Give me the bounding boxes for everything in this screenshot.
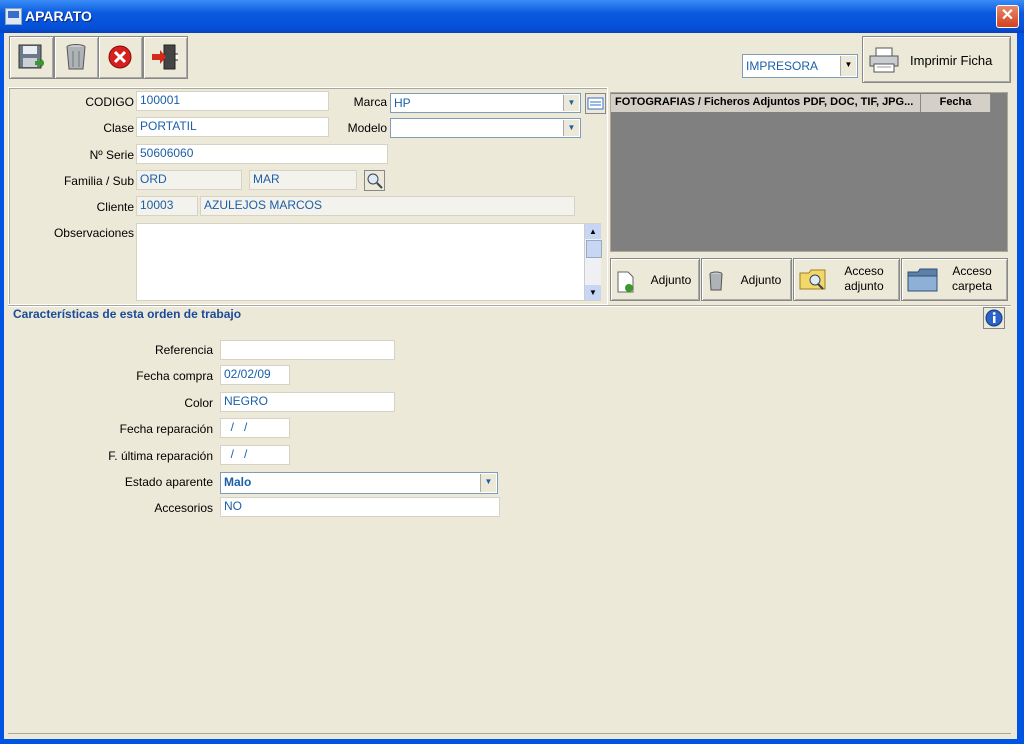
red-x-icon xyxy=(108,45,132,69)
add-attachment-label: Adjunto xyxy=(650,273,692,287)
save-button[interactable] xyxy=(9,36,54,79)
info-button[interactable] xyxy=(983,307,1005,329)
marca-label: Marca xyxy=(353,95,387,109)
observaciones-scrollbar[interactable]: ▲ ▼ xyxy=(584,224,602,300)
access-folder-button[interactable]: Acceso carpeta xyxy=(901,258,1008,301)
remove-attachment-button[interactable]: Adjunto xyxy=(701,258,792,301)
print-button[interactable]: Imprimir Ficha xyxy=(862,36,1011,83)
bottom-divider xyxy=(8,733,1011,734)
exit-button[interactable] xyxy=(143,36,188,79)
marca-select[interactable]: HP ▼ xyxy=(390,93,581,113)
clase-field[interactable]: PORTATIL xyxy=(136,117,329,137)
attachments-files-header[interactable]: FOTOGRAFIAS / Ficheros Adjuntos PDF, DOC… xyxy=(611,94,921,112)
sub-field[interactable]: MAR xyxy=(249,170,357,190)
trash-can-icon xyxy=(709,271,723,291)
referencia-field[interactable] xyxy=(220,340,395,360)
fecha-reparacion-label: Fecha reparación xyxy=(119,422,213,436)
attachments-date-header[interactable]: Fecha xyxy=(921,94,991,112)
clase-label: Clase xyxy=(103,121,134,135)
info-icon xyxy=(985,309,1003,327)
access-attachment-button[interactable]: Acceso adjunto xyxy=(793,258,900,301)
search-icon xyxy=(367,173,383,189)
fecha-reparacion-field[interactable]: / / xyxy=(220,418,290,438)
attachments-list[interactable]: FOTOGRAFIAS / Ficheros Adjuntos PDF, DOC… xyxy=(610,92,1008,252)
window: APARATO ✕ IMPRESORA ▼ Imprimir Ficha COD… xyxy=(0,0,1024,744)
add-file-icon xyxy=(617,271,634,293)
scroll-thumb[interactable] xyxy=(586,240,602,258)
chevron-down-icon[interactable]: ▼ xyxy=(563,95,579,111)
exit-door-icon xyxy=(152,44,178,70)
folder-search-icon xyxy=(799,269,826,290)
print-label: Imprimir Ficha xyxy=(910,53,993,68)
printer-icon xyxy=(869,47,899,73)
close-icon[interactable]: ✕ xyxy=(996,5,1019,28)
cliente-code-field[interactable]: 10003 xyxy=(136,196,198,216)
modelo-select[interactable]: ▼ xyxy=(390,118,581,138)
color-field[interactable]: NEGRO xyxy=(220,392,395,412)
add-attachment-button[interactable]: Adjunto xyxy=(610,258,700,301)
list-icon xyxy=(587,97,604,110)
ultima-reparacion-field[interactable]: / / xyxy=(220,445,290,465)
delete-button[interactable] xyxy=(54,36,99,79)
ultima-reparacion-label: F. última reparación xyxy=(108,449,213,463)
window-title: APARATO xyxy=(25,8,92,24)
chevron-down-icon[interactable]: ▼ xyxy=(563,120,579,136)
title-bar[interactable]: APARATO ✕ xyxy=(0,0,1024,33)
client-area: IMPRESORA ▼ Imprimir Ficha CODIGO 100001… xyxy=(4,33,1017,739)
modelo-label: Modelo xyxy=(347,121,387,135)
scroll-up-icon[interactable]: ▲ xyxy=(585,224,601,239)
estado-label: Estado aparente xyxy=(124,475,213,489)
familia-label: Familia / Sub xyxy=(63,174,134,188)
trash-can-icon xyxy=(66,44,86,70)
estado-value: Malo xyxy=(224,475,252,489)
serie-label: Nº Serie xyxy=(89,148,134,162)
fecha-compra-field[interactable]: 02/02/09 xyxy=(220,365,290,385)
folder-icon xyxy=(907,268,938,292)
scroll-down-icon[interactable]: ▼ xyxy=(585,285,601,300)
estado-select[interactable]: Malo ▼ xyxy=(220,472,498,494)
observaciones-field[interactable] xyxy=(136,223,601,301)
familia-field[interactable]: ORD xyxy=(136,170,242,190)
remove-attachment-label: Adjunto xyxy=(740,273,782,287)
chevron-down-icon[interactable]: ▼ xyxy=(480,474,496,492)
printer-select-value: IMPRESORA xyxy=(746,59,819,73)
codigo-label: CODIGO xyxy=(85,95,134,109)
access-folder-label: Acceso carpeta xyxy=(951,264,993,293)
accesorios-label: Accesorios xyxy=(154,501,213,515)
codigo-field[interactable]: 100001 xyxy=(136,91,329,111)
floppy-disk-icon xyxy=(18,44,44,69)
referencia-label: Referencia xyxy=(154,343,213,357)
color-label: Color xyxy=(184,396,213,410)
printer-select[interactable]: IMPRESORA ▼ xyxy=(742,54,858,78)
observaciones-label: Observaciones xyxy=(53,226,134,240)
cancel-button[interactable] xyxy=(98,36,143,79)
fecha-compra-label: Fecha compra xyxy=(136,369,213,383)
cliente-label: Cliente xyxy=(96,200,134,214)
marca-list-button[interactable] xyxy=(585,93,606,114)
search-button[interactable] xyxy=(364,170,385,191)
accesorios-field[interactable]: NO xyxy=(220,497,500,517)
serie-field[interactable]: 50606060 xyxy=(136,144,388,164)
chevron-down-icon[interactable]: ▼ xyxy=(840,56,856,76)
access-attachment-label: Acceso adjunto xyxy=(844,264,884,293)
work-order-title: Características de esta orden de trabajo xyxy=(13,307,242,321)
app-icon xyxy=(5,8,22,25)
cliente-name-field[interactable]: AZULEJOS MARCOS xyxy=(200,196,575,216)
marca-value: HP xyxy=(394,96,411,110)
